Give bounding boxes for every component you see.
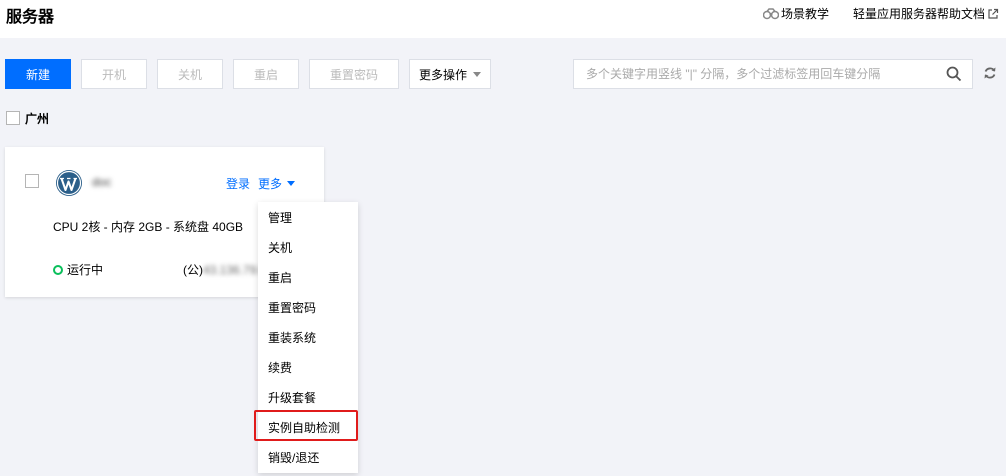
menu-item-reset-password[interactable]: 重置密码	[258, 293, 358, 323]
more-dropdown-menu: 管理 关机 重启 重置密码 重装系统 续费 升级套餐 实例自助检测 销毁/退还	[258, 202, 358, 473]
menu-item-restart[interactable]: 重启	[258, 263, 358, 293]
instance-specs: CPU 2核 - 内存 2GB - 系统盘 40GB	[53, 220, 244, 234]
wordpress-icon	[56, 170, 82, 196]
more-link-label: 更多	[258, 177, 283, 191]
help-docs-link[interactable]: 轻量应用服务器帮助文档	[853, 5, 999, 22]
search-box	[573, 59, 973, 89]
menu-item-self-check[interactable]: 实例自助检测	[258, 413, 358, 443]
select-all-checkbox[interactable]	[6, 111, 20, 125]
scene-tutorial-link[interactable]: 场景教学	[763, 5, 829, 22]
ip-prefix: (公)	[183, 263, 203, 277]
menu-item-destroy[interactable]: 销毁/退还	[258, 443, 358, 473]
power-on-button[interactable]: 开机	[81, 59, 147, 89]
status-running-icon	[53, 264, 63, 275]
menu-item-shutdown[interactable]: 关机	[258, 233, 358, 263]
scene-tutorial-label: 场景教学	[781, 7, 830, 21]
caret-down-icon	[473, 71, 481, 77]
menu-item-manage[interactable]: 管理	[258, 203, 358, 233]
more-actions-label: 更多操作	[418, 67, 467, 82]
instance-checkbox[interactable]	[25, 174, 39, 188]
caret-down-icon	[287, 181, 296, 186]
create-button[interactable]: 新建	[5, 59, 71, 89]
menu-item-upgrade[interactable]: 升级套餐	[258, 383, 358, 413]
power-off-button[interactable]: 关机	[157, 59, 223, 89]
login-link[interactable]: 登录	[226, 175, 250, 192]
status-badge: 运行中	[53, 261, 103, 278]
public-ip: (公)43.136.79.6	[183, 261, 266, 278]
more-actions-dropdown[interactable]: 更多操作	[409, 59, 491, 89]
menu-item-reinstall[interactable]: 重装系统	[258, 323, 358, 353]
external-link-icon	[988, 8, 999, 19]
search-icon[interactable]	[946, 66, 962, 82]
instance-name[interactable]: doc	[92, 175, 111, 189]
status-text: 运行中	[67, 263, 104, 277]
more-link[interactable]: 更多	[258, 175, 296, 192]
page-title: 服务器	[6, 9, 55, 26]
search-input[interactable]	[574, 60, 934, 88]
binoculars-icon	[763, 7, 779, 19]
region-label: 广州	[25, 112, 50, 126]
refresh-icon[interactable]	[983, 66, 997, 80]
restart-button[interactable]: 重启	[233, 59, 299, 89]
top-header: 服务器 场景教学 轻量应用服务器帮助文档	[0, 0, 1006, 38]
help-docs-label: 轻量应用服务器帮助文档	[853, 7, 986, 21]
reset-password-button[interactable]: 重置密码	[309, 59, 399, 89]
menu-item-renew[interactable]: 续费	[258, 353, 358, 383]
ip-value: 43.136.79.6	[203, 263, 267, 277]
